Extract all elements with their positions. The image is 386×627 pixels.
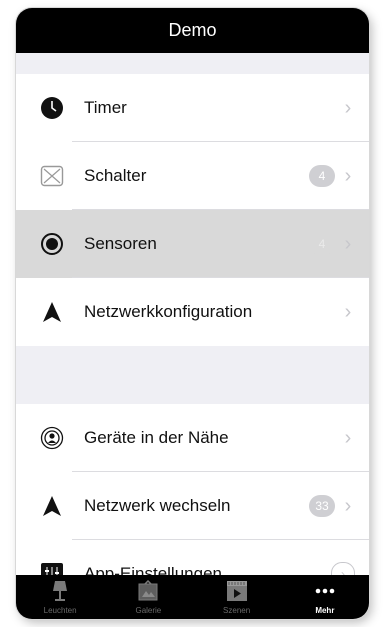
row-label: Timer	[84, 98, 127, 117]
tab-label: Szenen	[223, 606, 251, 615]
page-title: Demo	[168, 20, 217, 40]
more-icon	[314, 578, 336, 604]
row-label: Netzwerk wechseln	[84, 496, 231, 515]
network-arrow-icon	[40, 494, 64, 518]
gallery-icon	[137, 578, 159, 604]
tab-leuchten[interactable]: Leuchten	[16, 575, 104, 619]
row-label: Netzwerkkonfiguration	[84, 302, 253, 321]
section-network: Geräte in der Nähe › Netzwerk wechseln 3…	[16, 404, 369, 575]
tab-label: Galerie	[135, 606, 162, 615]
row-label: Schalter	[84, 166, 147, 185]
row-netzwerkkonfiguration[interactable]: Netzwerkkonfiguration ›	[16, 278, 369, 346]
row-app-einstellungen[interactable]: App-Einstellungen ›	[16, 540, 369, 575]
row-label: Geräte in der Nähe	[84, 428, 229, 447]
scenes-icon	[225, 578, 249, 604]
chevron-right-icon: ›	[344, 164, 352, 187]
chevron-right-icon: ›	[344, 232, 352, 255]
count-badge: 4	[309, 233, 335, 255]
row-label: Sensoren	[84, 234, 157, 253]
chevron-right-icon: ›	[344, 494, 352, 517]
row-sensoren[interactable]: Sensoren 4 ›	[16, 210, 369, 278]
tab-label: Leuchten	[43, 606, 77, 615]
tab-galerie[interactable]: Galerie	[104, 575, 192, 619]
sensor-icon	[40, 232, 64, 256]
tab-bar: Leuchten Galerie Szenen Mehr	[16, 575, 369, 619]
row-netzwerk-wechseln[interactable]: Netzwerk wechseln 33 ›	[16, 472, 369, 540]
chevron-right-icon: ›	[344, 96, 352, 119]
switch-icon	[40, 164, 64, 188]
row-label: App-Einstellungen	[84, 564, 222, 575]
lamp-icon	[51, 578, 69, 604]
chevron-right-icon: ›	[344, 426, 352, 449]
row-schalter[interactable]: Schalter 4 ›	[16, 142, 369, 210]
tab-mehr[interactable]: Mehr	[281, 575, 369, 619]
section-main: Timer › Schalter 4 › Sensoren 4 › Netzwe…	[16, 74, 369, 346]
row-timer[interactable]: Timer ›	[16, 74, 369, 142]
nearby-devices-icon	[40, 426, 64, 450]
settings-sliders-icon	[40, 562, 64, 575]
tab-szenen[interactable]: Szenen	[193, 575, 281, 619]
chevron-right-icon: ›	[344, 300, 352, 323]
count-badge: 33	[309, 495, 335, 517]
disclosure-circle-icon[interactable]: ›	[331, 562, 355, 575]
tab-label: Mehr	[315, 606, 335, 615]
phone-frame: Demo Timer › Schalter 4 › Sensoren 4 › N…	[16, 8, 369, 619]
clock-icon	[40, 96, 64, 120]
nav-bar: Demo	[16, 8, 369, 53]
settings-list: Timer › Schalter 4 › Sensoren 4 › Netzwe…	[16, 53, 369, 575]
count-badge: 4	[309, 165, 335, 187]
row-geraete-in-der-naehe[interactable]: Geräte in der Nähe ›	[16, 404, 369, 472]
network-arrow-icon	[40, 300, 64, 324]
